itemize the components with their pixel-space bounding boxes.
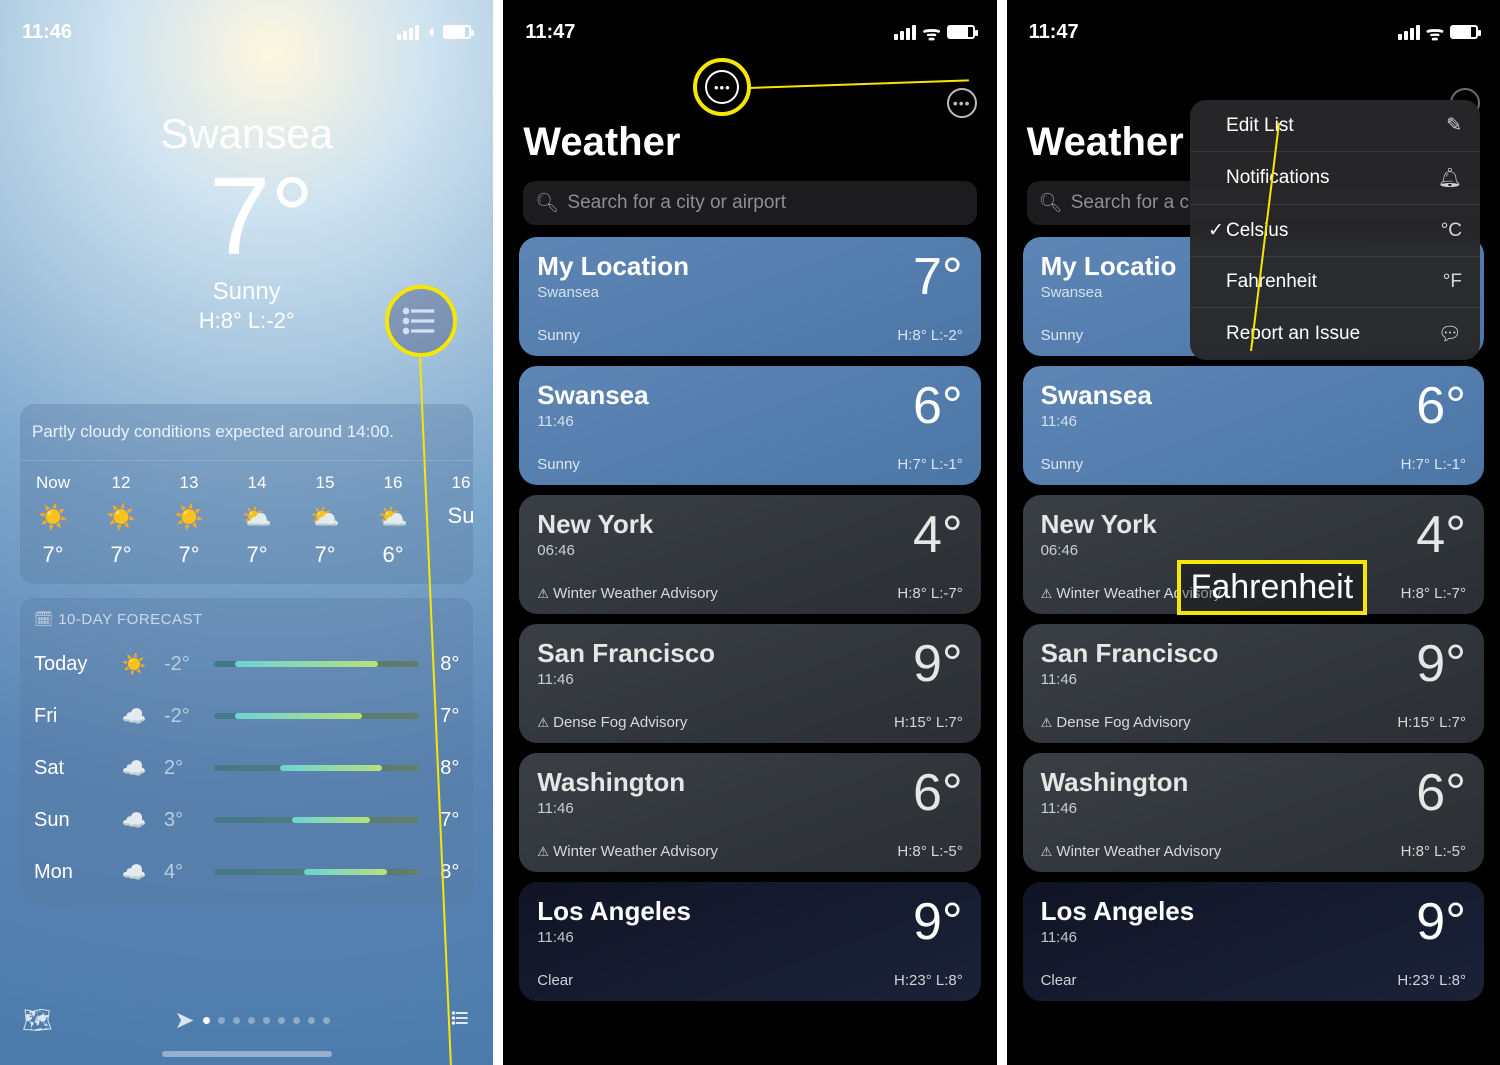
status-icons: ᯤ (1398, 19, 1478, 46)
more-button[interactable]: ••• (947, 88, 977, 118)
callout-more-button: ••• (693, 58, 751, 116)
wifi-icon: ◖︎ (425, 21, 437, 44)
signal-icon (894, 25, 916, 40)
city-card[interactable]: Washington11:466° ⚠ Winter Weather Advis… (519, 753, 980, 872)
day-row: Sun☁️3°7° (34, 794, 459, 846)
hourly-forecast[interactable]: Now☀️7°12☀️7°13☀️7°14⛅7°15⛅7°16⛅6°16Su (20, 461, 473, 584)
list-button[interactable] (451, 1007, 471, 1035)
conditions-alert: Partly cloudy conditions expected around… (20, 404, 473, 461)
status-time: 11:46 (22, 21, 72, 44)
battery-icon (1450, 25, 1478, 39)
menu-item[interactable]: Notifications🔔︎ (1190, 152, 1480, 205)
day-row: Fri☁️-2°7° (34, 690, 459, 742)
search-icon: 🔍︎ (535, 191, 559, 215)
hour-cell: Now☀️7° (20, 473, 86, 568)
home-indicator[interactable] (162, 1051, 332, 1057)
hour-cell: 13☀️7° (156, 473, 222, 568)
callout-fahrenheit: Fahrenheit (1177, 560, 1368, 615)
list-icon[interactable] (401, 301, 441, 341)
day-row: Today☀️-2°8° (34, 638, 459, 690)
callout-list-button (385, 285, 457, 357)
weather-list-screen: 11:47 ᯤ ••• ••• Weather 🔍︎ Search for a … (503, 0, 996, 1065)
city-card[interactable]: New York06:464° ⚠ Winter Weather Advisor… (519, 495, 980, 614)
ellipsis-icon: ••• (705, 70, 739, 104)
city-card[interactable]: My LocationSwansea7° SunnyH:8° L:-2° (519, 237, 980, 356)
signal-icon (397, 25, 419, 40)
hour-cell: 15⛅7° (292, 473, 358, 568)
hour-cell: 16⛅6° (360, 473, 426, 568)
status-bar: 11:47 ᯤ (1007, 0, 1500, 50)
map-icon[interactable]: 🗺︎ (22, 1006, 52, 1035)
status-icons: ᯤ (894, 19, 974, 46)
ten-day-forecast[interactable]: 🗓 10-DAY FORECAST Today☀️-2°8°Fri☁️-2°7°… (20, 598, 473, 906)
city-card[interactable]: San Francisco11:469° ⚠ Dense Fog Advisor… (519, 624, 980, 743)
wifi-icon: ᯤ (922, 19, 940, 46)
menu-item[interactable]: Edit List✎ (1190, 100, 1480, 152)
wifi-icon: ᯤ (1426, 19, 1444, 46)
page-dots[interactable]: ➤ (174, 1006, 329, 1035)
bottom-toolbar: 🗺︎ ➤ (0, 1006, 493, 1035)
signal-icon (1398, 25, 1420, 40)
status-time: 11:47 (1029, 21, 1079, 44)
page-title: Weather (503, 100, 996, 175)
search-placeholder: Search for a city or airport (567, 192, 786, 214)
search-input[interactable]: 🔍︎ Search for a city or airport (523, 181, 976, 225)
status-icons: ◖︎ (397, 21, 471, 44)
weather-detail-screen: 11:46 ◖︎ Swansea 7° Sunny H:8° L:-2° Par… (0, 0, 493, 1065)
weather-list-menu-screen: 11:47 ᯤ ••• Weather 🔍︎ Search for a c My… (1007, 0, 1500, 1065)
list-icon (451, 1008, 471, 1028)
battery-icon (443, 25, 471, 39)
city-card[interactable]: Washington11:466° ⚠ Winter Weather Advis… (1023, 753, 1484, 872)
menu-item[interactable]: Report an Issue💬︎ (1190, 308, 1480, 360)
current-temp: 7° (30, 162, 493, 272)
city-name: Swansea (0, 110, 493, 158)
menu-item[interactable]: ✓Celsius°C (1190, 205, 1480, 257)
status-bar: 11:46 ◖︎ (0, 0, 493, 50)
annotation-line (749, 79, 969, 89)
hour-cell: 12☀️7° (88, 473, 154, 568)
day-row: Sat☁️2°8° (34, 742, 459, 794)
options-menu: Edit List✎Notifications🔔︎✓Celsius°CFahre… (1190, 100, 1480, 360)
city-card[interactable]: Swansea11:466° SunnyH:7° L:-1° (519, 366, 980, 485)
ten-day-header: 🗓 10-DAY FORECAST (34, 610, 459, 628)
city-card[interactable]: Los Angeles11:469° ClearH:23° L:8° (519, 882, 980, 1001)
city-card[interactable]: Los Angeles11:469° ClearH:23° L:8° (1023, 882, 1484, 1001)
search-icon: 🔍︎ (1039, 191, 1063, 215)
search-placeholder: Search for a c (1071, 192, 1189, 214)
menu-item[interactable]: Fahrenheit°F (1190, 257, 1480, 308)
status-time: 11:47 (525, 21, 575, 44)
status-bar: 11:47 ᯤ (503, 0, 996, 50)
city-card[interactable]: San Francisco11:469° ⚠ Dense Fog Advisor… (1023, 624, 1484, 743)
day-row: Mon☁️4°8° (34, 846, 459, 898)
location-arrow-icon: ➤ (174, 1006, 194, 1035)
hour-cell: 16Su (428, 473, 473, 568)
battery-icon (947, 25, 975, 39)
city-card[interactable]: Swansea11:466° SunnyH:7° L:-1° (1023, 366, 1484, 485)
hour-cell: 14⛅7° (224, 473, 290, 568)
